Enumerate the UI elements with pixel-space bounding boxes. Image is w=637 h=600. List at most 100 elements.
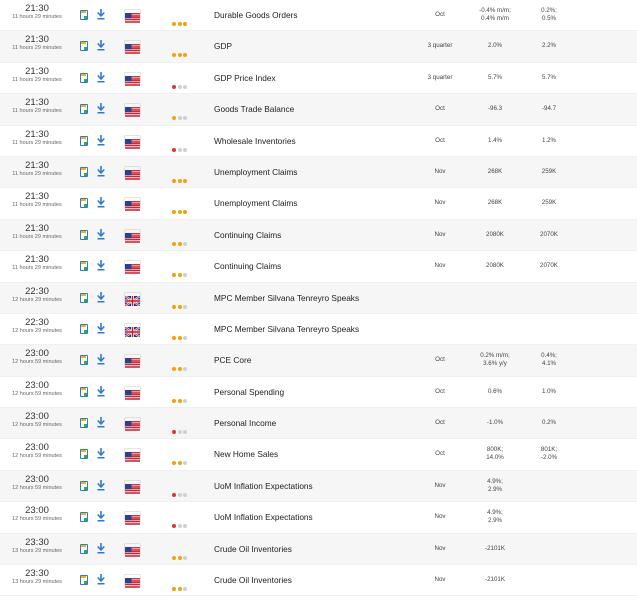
event-row[interactable]: 23:00 12 hours 59 minutes UoM Inflation Ex…: [0, 470, 637, 503]
download-icon[interactable]: [97, 197, 105, 208]
event-time: 21:30: [25, 128, 49, 140]
add-to-calendar-icon[interactable]: [80, 198, 88, 209]
download-icon[interactable]: [97, 354, 105, 365]
event-row[interactable]: 23:30 13 hours 29 minutes Crude Oil Invent…: [0, 533, 637, 566]
importance-indicator: [172, 107, 189, 121]
event-name[interactable]: UoM Inflation Expectations: [214, 481, 313, 491]
event-name[interactable]: MPC Member Silvana Tenreyro Speaks: [214, 324, 359, 334]
add-to-calendar-icon[interactable]: [80, 386, 88, 397]
add-to-calendar-icon[interactable]: [80, 41, 88, 52]
event-name[interactable]: Goods Trade Balance: [214, 104, 294, 114]
event-row[interactable]: 23:30 13 hours 29 minutes Crude Oil Invent…: [0, 565, 637, 597]
add-to-calendar-icon[interactable]: [80, 449, 88, 460]
importance-indicator: [172, 233, 189, 246]
importance-dot: [183, 178, 187, 183]
download-icon[interactable]: [97, 71, 105, 83]
event-row[interactable]: 22:30 12 hours 29 minutes MPC Member Silva…: [0, 282, 637, 314]
event-row[interactable]: 21:30 11 hours 29 minutes Goods Trade Bala…: [0, 94, 637, 126]
add-to-calendar-icon[interactable]: [80, 104, 88, 115]
download-icon[interactable]: [97, 448, 105, 459]
event-time-cell: 21:30 11 hours 29 minutes: [4, 160, 70, 178]
event-name[interactable]: Wholesale Inventories: [214, 136, 296, 146]
event-name[interactable]: GDP Price Index: [214, 73, 276, 83]
event-period: Oct: [435, 136, 445, 144]
add-to-calendar-icon[interactable]: [80, 355, 88, 366]
event-name[interactable]: MPC Member Silvana Tenreyro Speaks: [214, 293, 359, 303]
add-to-calendar-icon[interactable]: [80, 512, 88, 523]
event-period: 3 quarter: [427, 42, 453, 50]
download-icon[interactable]: [97, 479, 105, 491]
event-row[interactable]: 23:00 12 hours 59 minutes Personal Income O…: [0, 408, 637, 440]
event-name[interactable]: Unemployment Claims: [214, 167, 297, 177]
event-name[interactable]: Crude Oil Inventories: [214, 575, 292, 585]
add-to-calendar-icon[interactable]: [80, 323, 88, 334]
add-to-calendar-icon[interactable]: [80, 135, 88, 146]
event-row[interactable]: 23:00 12 hours 59 minutes Personal Spendin…: [0, 377, 637, 409]
add-to-calendar-icon[interactable]: [80, 575, 88, 586]
event-row[interactable]: 21:30 11 hours 29 minutes Continuing Claim…: [0, 219, 637, 252]
event-row[interactable]: 21:30 11 hours 29 minutes Durable Goods Or…: [0, 0, 637, 32]
add-to-calendar-icon[interactable]: [80, 418, 88, 429]
event-row[interactable]: 23:00 12 hours 59 minutes PCE Core Oct 0.2% …: [0, 345, 637, 377]
download-icon[interactable]: [97, 574, 105, 585]
add-to-calendar-icon[interactable]: [80, 72, 88, 83]
download-icon[interactable]: [97, 417, 105, 428]
add-to-calendar-icon[interactable]: [80, 10, 88, 20]
event-period: Nov: [434, 167, 446, 175]
download-icon[interactable]: [97, 40, 105, 51]
event-name[interactable]: GDP: [214, 41, 232, 51]
event-time: 23:00: [25, 348, 49, 360]
add-to-calendar-icon[interactable]: [80, 543, 88, 554]
event-row[interactable]: 23:00 12 hours 59 minutes New Home Sales Oc…: [0, 439, 637, 471]
importance-dot: [183, 84, 187, 89]
actual-value: 4.9%; 2.9%: [487, 509, 503, 525]
previous-value: 2070K: [540, 230, 558, 238]
download-icon[interactable]: [97, 260, 105, 271]
add-to-calendar-icon[interactable]: [80, 229, 88, 240]
add-to-calendar-icon[interactable]: [80, 292, 88, 303]
event-name[interactable]: UoM Inflation Expectations: [214, 512, 313, 522]
event-row[interactable]: 22:30 12 hours 29 minutes MPC Member Silva…: [0, 314, 637, 346]
event-time-cell: 21:30 11 hours 29 minutes: [4, 34, 70, 52]
download-icon[interactable]: [97, 385, 105, 397]
event-row[interactable]: 21:30 11 hours 29 minutes Unemployment Cla…: [0, 188, 637, 220]
event-name[interactable]: Continuing Claims: [214, 261, 281, 271]
event-name[interactable]: New Home Sales: [214, 449, 278, 459]
event-name[interactable]: Personal Spending: [214, 387, 284, 397]
download-icon[interactable]: [97, 291, 105, 303]
download-icon[interactable]: [97, 103, 105, 114]
add-to-calendar-icon[interactable]: [80, 166, 88, 177]
event-time: 23:00: [25, 473, 49, 485]
event-row[interactable]: 21:30 11 hours 29 minutes GDP 3 quarter 2.0%…: [0, 31, 637, 63]
importance-dot: [177, 241, 182, 246]
download-icon[interactable]: [97, 9, 105, 20]
event-name[interactable]: Continuing Claims: [214, 230, 281, 240]
event-row[interactable]: 21:30 11 hours 29 minutes Wholesale Invent…: [0, 126, 637, 157]
time-remaining: 11 hours 29 minutes: [12, 233, 62, 240]
download-icon[interactable]: [97, 322, 105, 334]
event-row[interactable]: 21:30 11 hours 29 minutes Unemployment Cla…: [0, 156, 637, 189]
event-name[interactable]: Unemployment Claims: [214, 198, 297, 208]
event-row[interactable]: 21:30 11 hours 29 minutes GDP Price Index 3…: [0, 63, 637, 95]
add-to-calendar-icon[interactable]: [80, 480, 88, 491]
event-row[interactable]: 21:30 11 hours 29 minutes Continuing Claim…: [0, 251, 637, 283]
add-to-calendar-icon[interactable]: [80, 261, 88, 272]
download-icon[interactable]: [97, 542, 105, 554]
event-time-cell: 21:30 11 hours 29 minutes: [4, 223, 70, 241]
importance-dot: [172, 53, 176, 58]
event-time: 21:30: [25, 254, 49, 266]
event-time: 21:30: [25, 65, 49, 77]
event-name[interactable]: Durable Goods Orders: [214, 10, 297, 20]
event-name[interactable]: Personal Income: [214, 418, 276, 428]
event-period: Oct: [435, 419, 445, 427]
download-icon[interactable]: [97, 228, 105, 240]
event-period: Nov: [434, 262, 446, 270]
event-name[interactable]: Crude Oil Inventories: [214, 544, 292, 554]
event-name[interactable]: PCE Core: [214, 355, 251, 365]
download-icon[interactable]: [97, 165, 105, 177]
importance-dot: [177, 524, 182, 529]
download-icon[interactable]: [97, 134, 105, 146]
importance-indicator: [172, 139, 189, 152]
event-row[interactable]: 23:00 12 hours 59 minutes UoM Inflation Ex…: [0, 502, 637, 534]
download-icon[interactable]: [97, 511, 105, 522]
